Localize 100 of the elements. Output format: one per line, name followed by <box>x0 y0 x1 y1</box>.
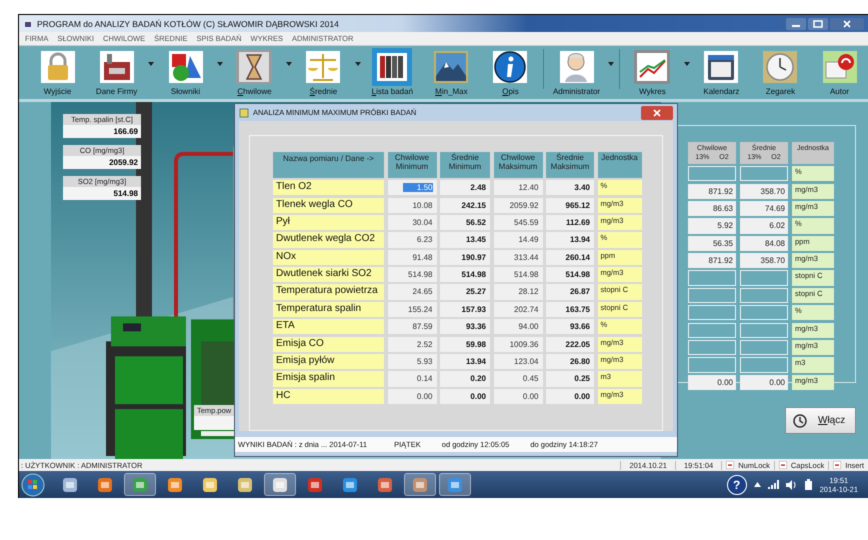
table-cell: 242.15 <box>440 198 490 213</box>
binders-icon <box>374 50 410 84</box>
toolbar-button[interactable]: Lista badań <box>364 49 421 96</box>
clock-icon <box>762 50 798 84</box>
table-cell: 163.75 <box>546 302 594 317</box>
tray-arrow-icon[interactable] <box>754 482 761 487</box>
table-cell: 222.05 <box>546 336 594 352</box>
close-icon[interactable] <box>641 106 673 120</box>
table-cell: 13.45 <box>440 232 490 248</box>
readout-value: 166.69 <box>63 125 141 138</box>
minimize-icon[interactable] <box>786 18 806 30</box>
table-cell[interactable]: 30.04 <box>388 214 436 230</box>
table-cell[interactable]: 5.93 <box>388 354 436 370</box>
empty-cell <box>688 166 736 182</box>
table-cell[interactable]: 2.52 <box>388 336 436 352</box>
table-cell: 871.92 <box>688 184 736 199</box>
table-cell: 25.27 <box>440 284 490 300</box>
toolbar-button[interactable]: Wykres <box>624 49 681 96</box>
toolbar-button[interactable]: Słowniki <box>157 49 214 96</box>
app-icon <box>23 18 33 28</box>
toolbar-button[interactable]: Min_Max <box>422 49 480 96</box>
readout-value: 2059.92 <box>63 156 141 169</box>
empty-cell <box>740 166 788 182</box>
table-cell: 313.44 <box>494 250 542 265</box>
empty-cell <box>740 288 788 303</box>
help-icon[interactable]: ? <box>726 474 747 494</box>
table-cell: 14.49 <box>494 232 542 248</box>
table-cell: 112.69 <box>546 214 594 230</box>
readout-value: 514.98 <box>63 187 141 200</box>
power-button[interactable]: Włącz <box>785 407 856 434</box>
table-cell: 94.00 <box>494 319 542 334</box>
empty-cell <box>740 322 788 338</box>
table-cell[interactable]: 6.23 <box>388 232 436 248</box>
row-label: HC <box>273 388 384 404</box>
signal-icon[interactable] <box>768 480 779 489</box>
app-icon <box>411 476 429 494</box>
table-cell: 3.40 <box>546 180 594 196</box>
table-cell[interactable]: 0.00 <box>388 388 436 404</box>
table-cell[interactable]: 91.48 <box>388 250 436 265</box>
empty-cell <box>688 305 736 320</box>
table-cell: 0.00 <box>440 388 490 404</box>
empty-cell <box>740 357 788 372</box>
table-cell: 202.74 <box>494 302 542 317</box>
table-cell: 514.98 <box>494 267 542 282</box>
table-cell: 157.93 <box>440 302 490 317</box>
table-cell: 260.14 <box>546 250 594 265</box>
info-icon <box>492 50 528 84</box>
table-cell[interactable]: 24.65 <box>388 284 436 300</box>
table-cell[interactable]: 514.98 <box>388 267 436 282</box>
row-label: Temperatura powietrza <box>273 284 384 300</box>
close-icon[interactable] <box>830 18 864 30</box>
toolbar-button[interactable]: Opis <box>482 49 539 96</box>
start-button[interactable] <box>21 472 45 496</box>
empty-cell <box>688 357 736 372</box>
table-cell: 56.52 <box>440 214 490 230</box>
table-cell[interactable]: 10.08 <box>388 198 436 213</box>
empty-cell <box>740 270 788 286</box>
app-icon <box>236 476 254 494</box>
toolbar-button[interactable]: Autor <box>810 49 868 96</box>
volume-icon[interactable] <box>786 480 797 490</box>
table-cell[interactable]: 87.59 <box>388 319 436 334</box>
toolbar-button[interactable]: Dane Firmy <box>88 49 146 96</box>
column-header: Jednostka <box>598 152 642 178</box>
table-cell: 93.66 <box>546 319 594 334</box>
table-cell: 12.40 <box>494 180 542 196</box>
row-label: Emisja CO <box>273 336 384 352</box>
column-header: Średnie Minimum <box>440 152 490 178</box>
table-cell: 965.12 <box>546 198 594 213</box>
table-cell: 545.59 <box>494 214 542 230</box>
table-cell: 84.08 <box>740 236 788 251</box>
battery-icon[interactable] <box>804 479 813 490</box>
person-icon <box>558 50 595 84</box>
table-cell[interactable]: 155.24 <box>388 302 436 317</box>
table-cell[interactable]: 0.14 <box>388 371 436 386</box>
table-cell: 56.35 <box>688 236 736 251</box>
table-cell: 0.00 <box>688 374 736 390</box>
table-cell: 871.92 <box>688 253 736 268</box>
lock-icon <box>40 50 76 84</box>
maximize-icon[interactable] <box>808 18 828 30</box>
app-icon <box>376 476 394 494</box>
toolbar-button[interactable]: Średnie <box>294 49 352 96</box>
empty-cell <box>740 305 788 320</box>
table-cell: 0.45 <box>494 371 542 386</box>
toolbar-button[interactable]: Zegarek <box>752 49 809 96</box>
row-label: Dwutlenek siarki SO2 <box>273 267 384 282</box>
toolbar-button[interactable]: Wyjście <box>29 49 86 96</box>
row-label: Dwutlenek wegla CO2 <box>273 232 384 248</box>
factory-icon <box>98 50 135 84</box>
table-cell: 13.94 <box>440 354 490 370</box>
toolbar-button[interactable]: Chwilowe <box>226 49 283 96</box>
table-cell: 358.70 <box>740 184 788 199</box>
table-cell: 93.36 <box>440 319 490 334</box>
table-cell: 74.69 <box>740 200 788 216</box>
toolbar-button[interactable]: Administrator <box>548 49 606 96</box>
table-cell: 1009.36 <box>494 336 542 352</box>
clock-icon <box>792 412 808 428</box>
row-label: Tlenek wegla CO <box>273 198 384 213</box>
toolbar-button[interactable]: Kalendarz <box>692 49 750 96</box>
row-label: Temperatura spalin <box>273 302 384 317</box>
table-cell[interactable]: 1.50 <box>388 180 436 196</box>
